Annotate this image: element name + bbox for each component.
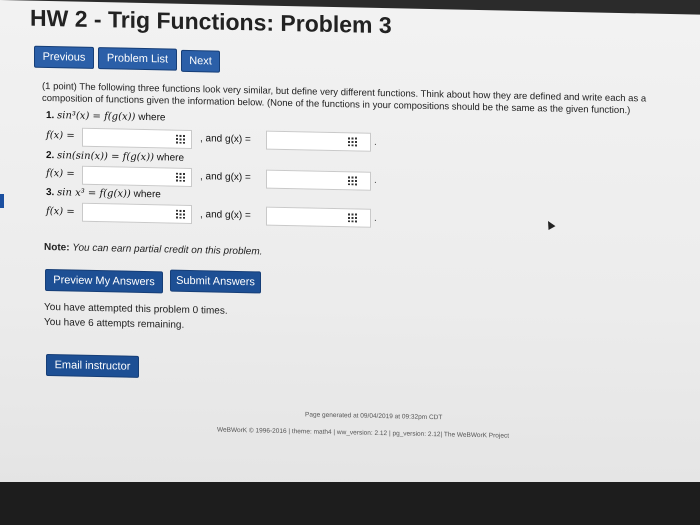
partial-credit-note: Note: You can earn partial credit on thi…	[44, 242, 262, 258]
equation-editor-icon[interactable]	[348, 213, 357, 223]
equation-editor-icon[interactable]	[176, 172, 185, 182]
item-1-f-label: f(x) =	[46, 129, 75, 142]
item-3-where: where	[133, 188, 161, 201]
equation-editor-icon[interactable]	[348, 137, 357, 147]
item-2-period: .	[374, 174, 377, 186]
preview-answers-button[interactable]: Preview My Answers	[45, 268, 163, 294]
email-instructor-button[interactable]: Email instructor	[46, 353, 139, 378]
item-1-period: .	[374, 136, 377, 148]
equation-editor-icon[interactable]	[176, 134, 185, 144]
item-2-g-label: , and g(x) =	[200, 171, 251, 184]
submit-answers-button[interactable]: Submit Answers	[170, 269, 261, 294]
attempts-info: You have attempted this problem 0 times.…	[44, 300, 228, 334]
monitor-bezel	[0, 482, 700, 525]
item-3-statement: 3. sin x³ = f(g(x)) where	[46, 187, 161, 200]
problem-list-button[interactable]: Problem List	[98, 47, 177, 71]
equation-editor-icon[interactable]	[348, 176, 357, 186]
next-button[interactable]: Next	[181, 49, 220, 73]
item-3-f-label: f(x) =	[46, 205, 75, 218]
item-2-given: sin(sin(x)) = f(g(x))	[57, 150, 154, 164]
item-2-number: 2.	[46, 149, 55, 162]
item-3-given: sin x³ = f(g(x))	[57, 187, 131, 200]
mouse-cursor-icon	[544, 219, 556, 230]
item-1-given: sin³(x) = f(g(x))	[57, 110, 136, 123]
item-1-g-label: , and g(x) =	[200, 133, 251, 146]
item-1-statement: 1. sin³(x) = f(g(x)) where	[46, 110, 165, 124]
footer-credits: WeBWorK © 1996-2016 | theme: math4 | ww_…	[217, 426, 510, 440]
page-title: HW 2 - Trig Functions: Problem 3	[30, 4, 392, 39]
item-1-number: 1.	[46, 109, 55, 122]
page-generated-timestamp: Page generated at 09/04/2019 at 09:32pm …	[305, 411, 443, 422]
item-2-f-label: f(x) =	[46, 167, 75, 180]
equation-editor-icon[interactable]	[176, 209, 185, 219]
previous-button[interactable]: Previous	[34, 45, 94, 69]
item-3-number: 3.	[46, 186, 55, 199]
item-2-statement: 2. sin(sin(x)) = f(g(x)) where	[46, 150, 184, 164]
note-label: Note:	[44, 241, 70, 254]
item-3-g-label: , and g(x) =	[200, 209, 251, 222]
item-1-where: where	[138, 111, 166, 124]
item-3-period: .	[374, 212, 377, 224]
item-2-where: where	[156, 152, 185, 164]
window-edge-indicator	[0, 194, 4, 208]
note-text: You can earn partial credit on this prob…	[72, 242, 263, 258]
webwork-page: HW 2 - Trig Functions: Problem 3 Previou…	[0, 0, 700, 505]
